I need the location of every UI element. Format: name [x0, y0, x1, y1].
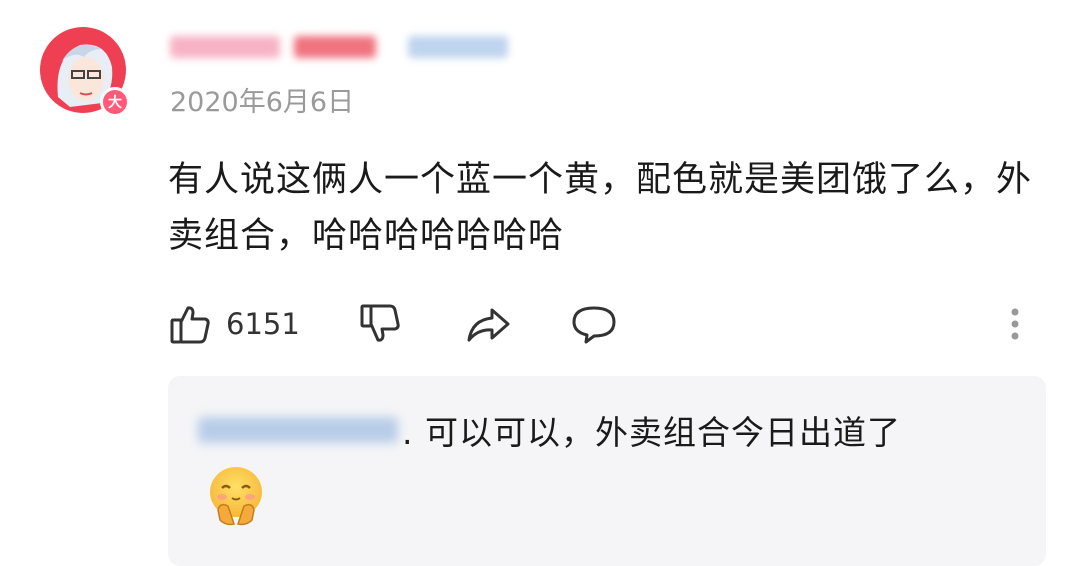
comment-button[interactable]	[570, 296, 618, 352]
reply-item: . 可以可以，外卖组合今日出道了	[198, 406, 901, 454]
username-blurred[interactable]	[170, 30, 508, 64]
comment-text: 有人说这俩人一个蓝一个黄，配色就是美团饿了么，外卖组合，哈哈哈哈哈哈哈	[168, 160, 1033, 256]
level-badge: 大	[100, 87, 130, 117]
shy-face-emoji-icon	[208, 464, 264, 526]
user-tag-blur	[408, 36, 508, 58]
username-blur-2	[294, 36, 376, 58]
dislike-button[interactable]	[358, 296, 402, 352]
more-vertical-icon	[1008, 302, 1022, 346]
like-button[interactable]: 6151	[168, 296, 300, 352]
username-blur-1	[170, 36, 280, 58]
share-icon	[464, 302, 512, 346]
avatar[interactable]: 大	[40, 27, 130, 117]
thumbs-down-icon	[358, 302, 402, 346]
like-count: 6151	[226, 307, 300, 341]
reply-text: . 可以可以，外卖组合今日出道了	[402, 413, 901, 452]
reply-box[interactable]: . 可以可以，外卖组合今日出道了	[168, 376, 1046, 566]
thumbs-up-icon	[168, 302, 212, 346]
comment-date: 2020年6月6日	[170, 87, 355, 118]
more-button[interactable]	[1008, 296, 1022, 352]
reply-username-blurred[interactable]	[198, 417, 398, 443]
share-button[interactable]	[464, 296, 512, 352]
action-bar: 6151	[168, 296, 1038, 352]
comment-icon	[570, 302, 618, 346]
